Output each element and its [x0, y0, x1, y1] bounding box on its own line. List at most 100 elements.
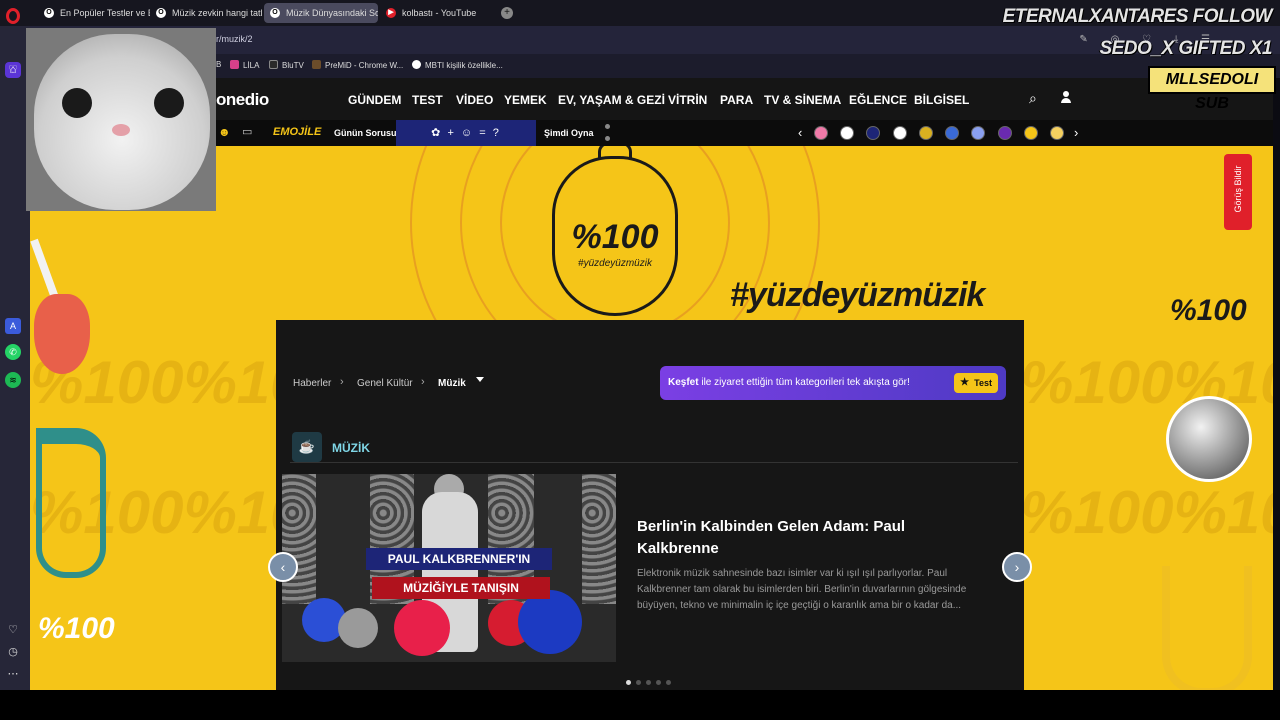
background-pattern: %100%100	[1020, 479, 1273, 546]
new-tab-button[interactable]: +	[501, 7, 513, 19]
heart-icon[interactable]: ♡	[5, 62, 21, 78]
breadcrumb-item[interactable]: Genel Kültür	[357, 378, 413, 389]
url-field[interactable]: r/muzik/2	[216, 34, 253, 44]
browser-tab[interactable]: OEn Popüler Testler ve Eğle	[38, 3, 150, 23]
address-bar: r/muzik/2 ✎ ◎ ♡ ⤓ ☰	[30, 26, 1280, 54]
slide-banner-line1: PAUL KALKBRENNER'IN	[366, 548, 552, 570]
story-bubble[interactable]	[1050, 126, 1064, 140]
aria-icon[interactable]: A	[5, 318, 21, 334]
bookmark-item[interactable]: LİLA	[230, 60, 259, 70]
chevron-right-icon: ›	[340, 376, 344, 388]
opera-logo-icon[interactable]	[6, 8, 20, 24]
user-icon[interactable]	[1060, 91, 1072, 103]
gamepad-icon: ▭	[242, 126, 253, 138]
nav-link-video[interactable]: VİDEO	[456, 93, 493, 107]
more-icon[interactable]: ⋯	[5, 666, 21, 682]
site-logo[interactable]: onedio	[216, 90, 269, 110]
pagination-dot[interactable]	[626, 680, 631, 685]
nav-link-para[interactable]: PARA	[720, 93, 753, 107]
nav-link-bilgisel[interactable]: BİLGİSEL	[914, 93, 969, 107]
percent100-logo: %100	[1170, 294, 1247, 327]
story-bubble[interactable]	[866, 126, 880, 140]
caret-down-icon[interactable]	[476, 377, 484, 382]
ukulele-illustration	[34, 294, 90, 374]
web-page: %100%100 %100%100 %100%100 %100%100 %100…	[30, 78, 1273, 690]
hero-hashtag: #yüzdeyüzmüzik	[730, 276, 985, 314]
heart-icon[interactable]: ♡	[5, 622, 21, 638]
emoji-puzzle[interactable]: ✿ + ☺ = ?	[396, 120, 536, 146]
story-bubble[interactable]	[814, 126, 828, 140]
game-bar: ☻ ▭ EMOJİLE Günün Sorusu ✿ + ☺ = ? Şimdi…	[30, 120, 1273, 146]
bookmark-item[interactable]: PreMiD - Chrome W...	[312, 60, 403, 70]
slide-next-button[interactable]: ›	[1002, 552, 1032, 582]
whatsapp-icon[interactable]: ✆	[5, 344, 21, 360]
chevron-left-icon[interactable]: ‹	[798, 125, 802, 140]
pagination-dot[interactable]	[656, 680, 661, 685]
story-bubble[interactable]	[1024, 126, 1038, 140]
nav-link-ev-yasam[interactable]: EV, YAŞAM & GEZİ	[558, 93, 665, 107]
story-bubble[interactable]	[893, 126, 907, 140]
nav-link-test[interactable]: TEST	[412, 93, 443, 107]
story-bubble[interactable]	[998, 126, 1012, 140]
browser-tab[interactable]: O Müzik zevkin hangi tatlı?	[150, 3, 262, 23]
webcam-overlay	[26, 28, 216, 211]
story-bubble[interactable]	[919, 126, 933, 140]
story-bubble[interactable]	[840, 126, 854, 140]
percent100-logo: %100	[38, 612, 115, 645]
search-icon[interactable]: ⌕	[1029, 90, 1037, 107]
pagination-dot[interactable]	[636, 680, 641, 685]
breadcrumb-item[interactable]: Haberler	[293, 378, 331, 389]
screen: OEn Popüler Testler ve Eğle OMüzik zevki…	[0, 0, 1280, 720]
daily-question-label: Günün Sorusu	[334, 128, 397, 138]
article-title[interactable]: Berlin'in Kalbinden Gelen Adam: Paul Kal…	[637, 516, 967, 560]
bookmark-item[interactable]: BluTV	[269, 60, 304, 70]
nav-link-gundem[interactable]: GÜNDEM	[348, 93, 401, 107]
bookmark-icon	[312, 60, 321, 69]
divider	[290, 462, 1018, 463]
story-bubble[interactable]	[971, 126, 985, 140]
slide-banner-line2: MÜZİĞİYLE TANIŞIN	[372, 577, 550, 599]
story-bubble[interactable]	[945, 126, 959, 140]
emojile-logo[interactable]: EMOJİLE	[273, 126, 321, 138]
pagination-dot[interactable]	[666, 680, 671, 685]
nav-link-eglence[interactable]: EĞLENCE	[849, 93, 907, 107]
slide-pagination	[626, 672, 676, 690]
feedback-button[interactable]: Görüş Bildir	[1224, 154, 1252, 230]
cat-face	[34, 34, 210, 210]
history-icon[interactable]: ◷	[5, 644, 21, 660]
nav-link-yemek[interactable]: YEMEK	[504, 93, 547, 107]
disco-ball-illustration	[1166, 396, 1252, 482]
kesfet-banner[interactable]: Keşfet ile ziyaret ettiğin tüm kategoril…	[660, 366, 1006, 400]
slide-image[interactable]: PAUL KALKBRENNER'IN MÜZİĞİYLE TANIŞIN	[282, 474, 616, 662]
onedio-favicon-icon: O	[156, 8, 166, 18]
hero-badge-hashtag: #yüzdeyüzmüzik	[578, 258, 652, 269]
bookmark-item[interactable]: MBTI kişilik özellikle...	[412, 60, 503, 70]
stream-follow-alert: ETERNALXANTARES FOLLOW	[1002, 6, 1273, 27]
bookmark-item[interactable]: B	[216, 60, 221, 69]
spotify-icon[interactable]: ≋	[5, 372, 21, 388]
kesfet-test-button[interactable]: Test	[954, 373, 998, 393]
article-description: Elektronik müzik sahnesinde bazı isimler…	[637, 568, 967, 611]
browser-tab[interactable]: ▶ kolbastı - YouTube	[380, 3, 490, 23]
emoji-game-icon: ☻	[218, 125, 231, 139]
bookmark-icon	[230, 60, 239, 69]
bookmarks-bar: B LİLA BluTV PreMiD - Chrome W... MBTI k…	[30, 54, 1280, 78]
nav-link-tv-sinema[interactable]: TV & SİNEMA	[764, 93, 841, 107]
content-card: Haberler › Genel Kültür › Müzik Keşfet i…	[268, 320, 1032, 690]
onedio-favicon-icon: O	[270, 8, 280, 18]
chevron-right-icon[interactable]: ›	[1074, 125, 1078, 140]
cat-eye	[154, 88, 184, 118]
pagination-dot[interactable]	[646, 680, 651, 685]
saxophone-illustration	[1162, 566, 1252, 690]
slide-prev-button[interactable]: ‹	[268, 552, 298, 582]
cat-eye	[62, 88, 92, 118]
indicator-dot	[605, 124, 610, 129]
chevron-right-icon: ›	[421, 376, 425, 388]
coffee-cup-icon: ☕	[292, 432, 322, 462]
youtube-favicon-icon: ▶	[386, 8, 396, 18]
section-title: MÜZİK	[332, 441, 370, 455]
nav-link-vitrin[interactable]: VİTRİN	[668, 93, 707, 107]
site-header: onedio GÜNDEM TEST VİDEO YEMEK EV, YAŞAM…	[30, 78, 1273, 120]
play-now-button[interactable]: Şimdi Oyna	[544, 128, 594, 138]
browser-tab-active[interactable]: O Müzik Dünyasındaki Son	[264, 3, 378, 23]
